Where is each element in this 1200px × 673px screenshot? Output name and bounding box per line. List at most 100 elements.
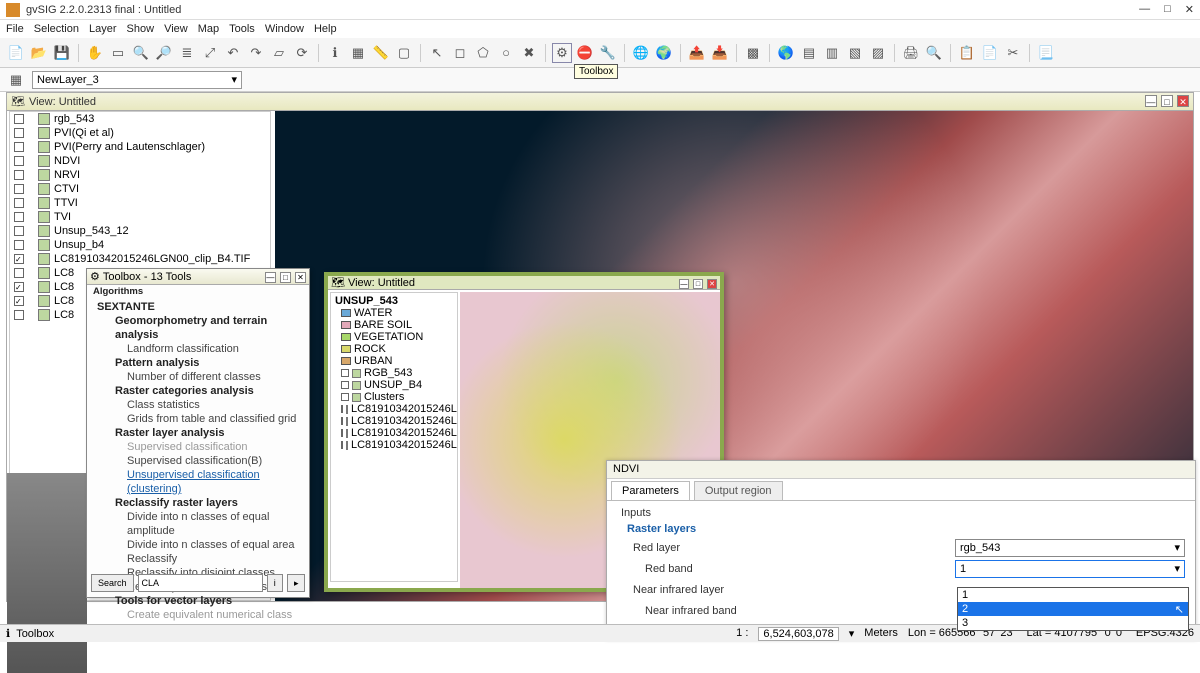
toc2-item[interactable]: LC81910342015246LGN00_clip_B (333, 415, 455, 427)
select-poly-icon[interactable]: ⬠ (473, 43, 493, 63)
grid-icon[interactable]: ▦ (348, 43, 368, 63)
checkbox-icon[interactable] (14, 170, 24, 180)
toc2-item[interactable]: UNSUP_B4 (333, 379, 455, 391)
checkbox-icon[interactable] (341, 369, 349, 377)
tree-node[interactable]: Unsupervised classification (clustering) (91, 468, 305, 496)
copy-icon[interactable]: 📋 (957, 43, 977, 63)
tree-node[interactable]: Grids from table and classified grid (91, 412, 305, 426)
tree-node[interactable]: Number of different classes (91, 370, 305, 384)
zoom-layer-icon[interactable]: ▱ (269, 43, 289, 63)
select-icon[interactable]: ▭ (108, 43, 128, 63)
maximize-button[interactable]: □ (1164, 3, 1171, 16)
tree-node[interactable]: Supervised classification(B) (91, 454, 305, 468)
maximize-icon[interactable]: □ (1161, 95, 1173, 107)
measure-icon[interactable]: 📏 (371, 43, 391, 63)
tab-output-region[interactable]: Output region (694, 481, 783, 500)
toc-item[interactable]: NDVI (10, 154, 270, 168)
zoom-full-icon[interactable]: ⤢ (200, 43, 220, 63)
checkbox-icon[interactable] (14, 268, 24, 278)
tree-node[interactable]: Raster layer analysis (91, 426, 305, 440)
tree-node[interactable]: Reclassify raster layers (91, 496, 305, 510)
dropdown-option-3[interactable]: 3 (958, 616, 1188, 630)
toolbox-titlebar[interactable]: ⚙ Toolbox - 13 Tools — □ ✕ (87, 269, 309, 285)
zoom-prev-icon[interactable]: ↶ (223, 43, 243, 63)
hand-pan-icon[interactable]: ✋ (85, 43, 105, 63)
tree-node[interactable]: Create equivalent numerical class (91, 608, 305, 622)
checkbox-icon[interactable] (14, 282, 24, 292)
tree-node[interactable]: Supervised classification (91, 440, 305, 454)
select-rect-icon[interactable]: ◻ (450, 43, 470, 63)
layer-dup-icon[interactable]: ▧ (845, 43, 865, 63)
doc-icon[interactable]: 📃 (1036, 43, 1056, 63)
run-button[interactable]: ▸ (287, 574, 305, 592)
toc-item[interactable]: CTVI (10, 182, 270, 196)
close-icon[interactable]: ✕ (295, 272, 306, 283)
checkbox-icon[interactable] (14, 114, 24, 124)
open-icon[interactable]: 📂 (29, 43, 49, 63)
clear-sel-icon[interactable]: ✖ (519, 43, 539, 63)
zoom-out-icon[interactable]: 🔎 (154, 43, 174, 63)
red-band-combo[interactable]: 1▾ (955, 560, 1185, 578)
layers-icon[interactable]: ≣ (177, 43, 197, 63)
save-icon[interactable]: 💾 (52, 43, 72, 63)
checkbox-icon[interactable] (341, 429, 343, 437)
toc2-item[interactable]: LC81910342015246LGN00_clip_B (333, 403, 455, 415)
toc-item[interactable]: TTVI (10, 196, 270, 210)
globe-icon[interactable]: 🌐 (631, 43, 651, 63)
maximize-icon[interactable]: □ (280, 272, 291, 283)
toolbox-icon[interactable]: ⚙ (552, 43, 572, 63)
paste-icon[interactable]: 📄 (980, 43, 1000, 63)
tree-node[interactable]: Landform classification (91, 342, 305, 356)
checkbox-icon[interactable] (14, 296, 24, 306)
tree-root[interactable]: SEXTANTE (91, 300, 305, 314)
checkbox-icon[interactable] (14, 128, 24, 138)
toc-item[interactable]: rgb_543 (10, 112, 270, 126)
legend-title[interactable]: UNSUP_543 (333, 295, 455, 307)
minimize-icon[interactable]: — (265, 272, 276, 283)
tree-node[interactable]: Reclassify (91, 552, 305, 566)
view-window-titlebar[interactable]: 🗺 View: Untitled — □ ✕ (7, 93, 1193, 111)
tree-node[interactable]: Pattern analysis (91, 356, 305, 370)
import-icon[interactable]: 📥 (710, 43, 730, 63)
tree-node[interactable]: Raster categories analysis (91, 384, 305, 398)
toc-item[interactable]: Unsup_543_12 (10, 224, 270, 238)
area-icon[interactable]: ▢ (394, 43, 414, 63)
toc2-item[interactable]: LC81910342015246LGN00_clip_B (333, 427, 455, 439)
checkbox-icon[interactable] (14, 240, 24, 250)
checkbox-icon[interactable] (14, 254, 24, 264)
layer-grid-icon[interactable]: ▦ (6, 70, 26, 90)
layer-add-icon[interactable]: ▤ (799, 43, 819, 63)
info-icon[interactable]: ℹ (325, 43, 345, 63)
tree-node[interactable]: Class statistics (91, 398, 305, 412)
refresh-icon[interactable]: ⟳ (292, 43, 312, 63)
tab-parameters[interactable]: Parameters (611, 481, 690, 500)
info-button[interactable]: i (267, 574, 283, 592)
settings-icon[interactable]: 🔧 (598, 43, 618, 63)
red-band-dropdown[interactable]: 1 2 ↖ 3 (957, 587, 1189, 631)
chevron-down-icon[interactable]: ▾ (849, 627, 855, 641)
search-input[interactable] (138, 574, 263, 592)
export-icon[interactable]: 📤 (687, 43, 707, 63)
red-layer-combo[interactable]: rgb_543▾ (955, 539, 1185, 557)
view2-titlebar[interactable]: 🗺 View: Untitled — □ ✕ (328, 276, 720, 290)
cut-icon[interactable]: ✂ (1003, 43, 1023, 63)
checkbox-icon[interactable] (341, 417, 343, 425)
toc-item[interactable]: NRVI (10, 168, 270, 182)
checkbox-icon[interactable] (14, 142, 24, 152)
world-icon[interactable]: 🌎 (776, 43, 796, 63)
menu-file[interactable]: File (6, 23, 24, 35)
checkbox-icon[interactable] (341, 441, 343, 449)
raster-icon[interactable]: ▩ (743, 43, 763, 63)
menu-help[interactable]: Help (314, 23, 337, 35)
menu-view[interactable]: View (164, 23, 188, 35)
close-icon[interactable]: ✕ (707, 279, 717, 289)
close-icon[interactable]: ✕ (1177, 95, 1189, 107)
checkbox-icon[interactable] (14, 226, 24, 236)
error-icon[interactable]: ⛔ (575, 43, 595, 63)
checkbox-icon[interactable] (14, 310, 24, 320)
layer-rem-icon[interactable]: ▥ (822, 43, 842, 63)
globe2-icon[interactable]: 🌍 (654, 43, 674, 63)
checkbox-icon[interactable] (14, 212, 24, 222)
tree-node[interactable]: Divide into n classes of equal area (91, 538, 305, 552)
tree-node[interactable]: Divide into n classes of equal amplitude (91, 510, 305, 538)
